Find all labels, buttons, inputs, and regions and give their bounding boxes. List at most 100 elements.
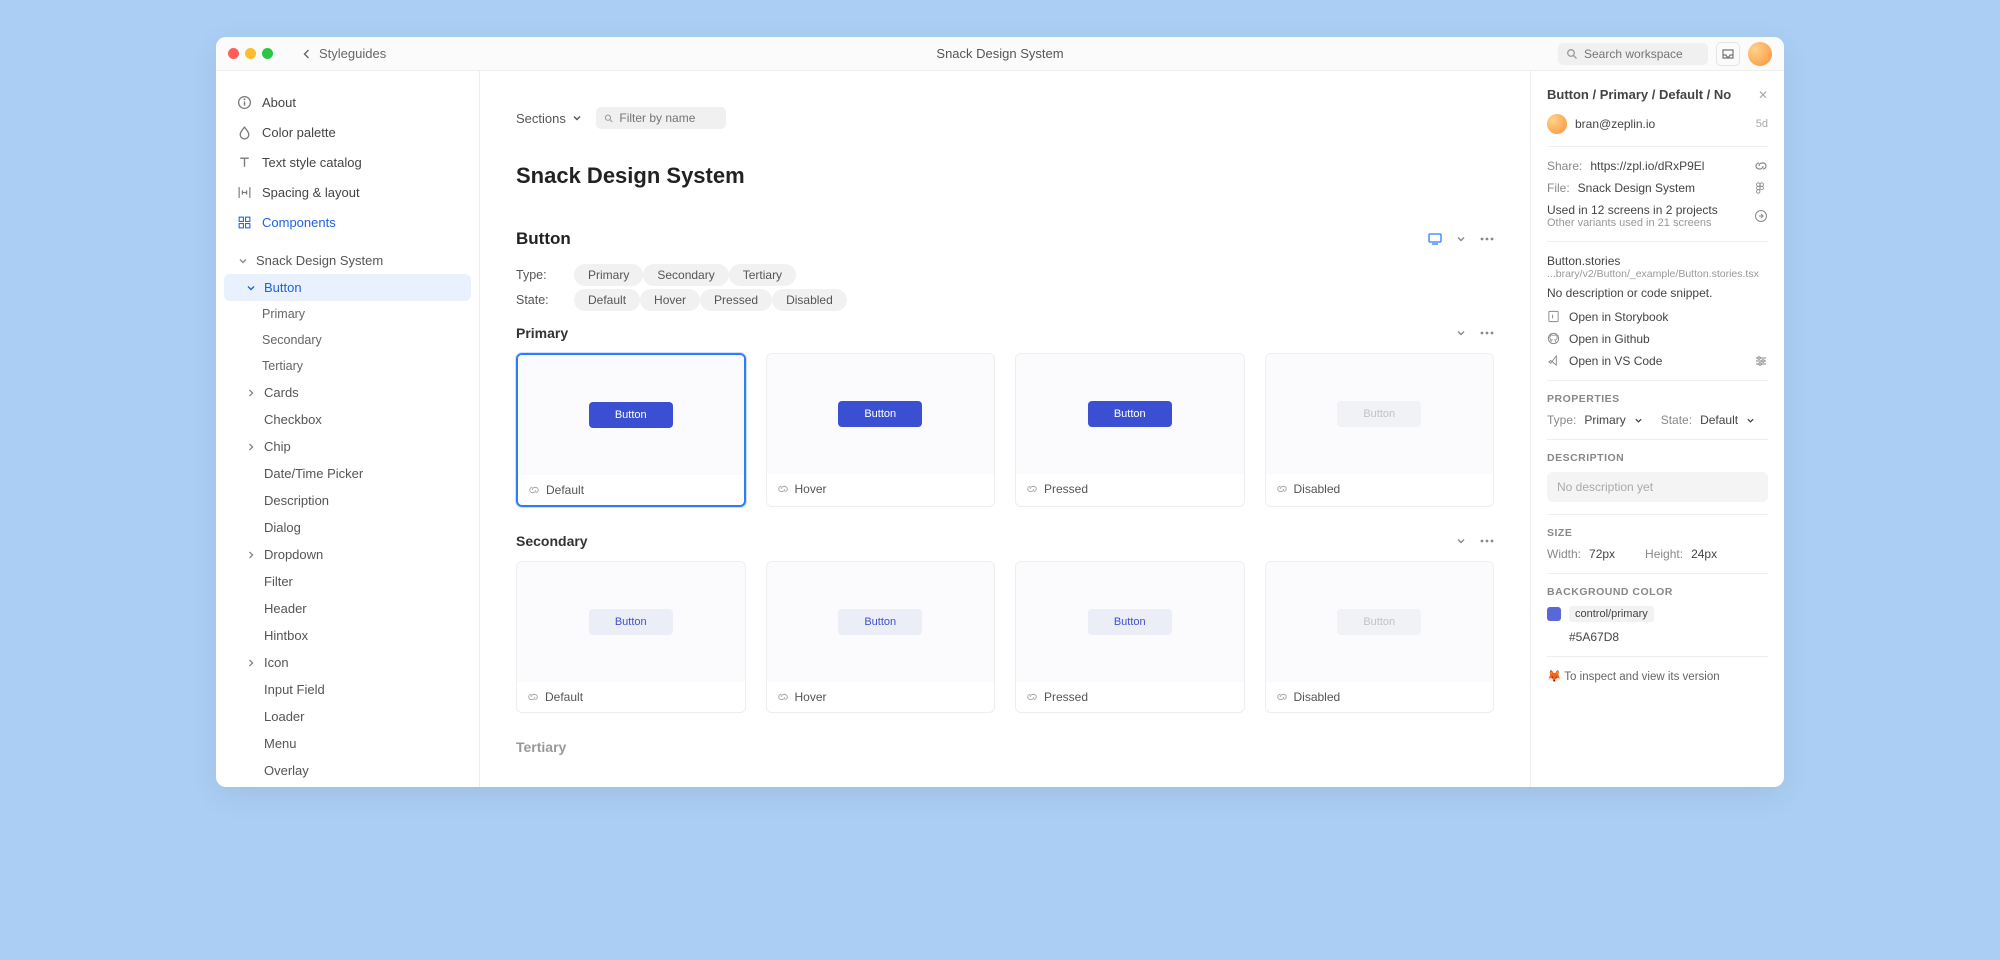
- filter-input[interactable]: [619, 111, 718, 125]
- breadcrumb[interactable]: Styleguides: [301, 46, 386, 61]
- author-email: bran@zeplin.io: [1575, 117, 1748, 131]
- state-chip-pressed[interactable]: Pressed: [700, 289, 772, 311]
- tree-item-primary[interactable]: Primary: [216, 301, 479, 327]
- tree-root[interactable]: Snack Design System: [216, 247, 479, 274]
- more-icon[interactable]: [1480, 237, 1494, 241]
- chevron-down-icon[interactable]: [1456, 234, 1466, 244]
- close-window-button[interactable]: [228, 48, 239, 59]
- more-icon[interactable]: [1480, 539, 1494, 543]
- filter-box[interactable]: [596, 107, 726, 129]
- card-canvas: Button: [518, 355, 744, 475]
- storybook-icon: [1547, 310, 1561, 324]
- preview-button: Button: [838, 401, 922, 427]
- component-card-primary-pressed[interactable]: ButtonPressed: [1015, 353, 1245, 507]
- link-icon: [1026, 483, 1038, 495]
- component-card-primary-default[interactable]: Button Default: [516, 353, 746, 507]
- tree-item-input-field[interactable]: Input Field: [216, 676, 479, 703]
- bgcolor-name[interactable]: control/primary: [1569, 606, 1654, 622]
- minimize-window-button[interactable]: [245, 48, 256, 59]
- device-icon[interactable]: [1428, 233, 1442, 245]
- chevron-down-icon[interactable]: [1456, 536, 1466, 546]
- spacing-icon: [236, 184, 252, 200]
- tree-item-chip[interactable]: Chip: [216, 433, 479, 460]
- card-canvas: Button: [517, 562, 745, 682]
- sidebar-item-components[interactable]: Components: [216, 207, 479, 237]
- breadcrumb-label: Styleguides: [319, 46, 386, 61]
- search-input[interactable]: [1584, 47, 1700, 61]
- sidebar: AboutColor paletteText style catalogSpac…: [216, 71, 480, 787]
- type-chip-tertiary[interactable]: Tertiary: [729, 264, 796, 286]
- component-card-primary-disabled[interactable]: ButtonDisabled: [1265, 353, 1495, 507]
- component-card-secondary-hover[interactable]: Button Hover: [766, 561, 996, 713]
- tree-item-menu[interactable]: Menu: [216, 730, 479, 757]
- chevron-down-icon[interactable]: [1456, 328, 1466, 338]
- open-in-github[interactable]: Open in Github: [1547, 332, 1768, 346]
- tree-item-header[interactable]: Header: [216, 595, 479, 622]
- component-card-secondary-disabled[interactable]: Button Disabled: [1265, 561, 1495, 713]
- tree-item-button[interactable]: Button: [224, 274, 471, 301]
- tree-item-icon[interactable]: Icon: [216, 649, 479, 676]
- figma-icon[interactable]: [1754, 181, 1768, 195]
- card-canvas: Button: [1266, 562, 1494, 682]
- properties-heading: PROPERTIES: [1547, 393, 1768, 405]
- inbox-button[interactable]: [1716, 42, 1740, 66]
- state-chip-disabled[interactable]: Disabled: [772, 289, 847, 311]
- type-chip-primary[interactable]: Primary: [574, 264, 643, 286]
- description-input[interactable]: No description yet: [1547, 472, 1768, 502]
- card-canvas: Button: [1016, 354, 1244, 474]
- file-name[interactable]: Snack Design System: [1578, 181, 1746, 195]
- component-card-secondary-pressed[interactable]: ButtonPressed: [1015, 561, 1245, 713]
- card-label: Default: [546, 483, 584, 497]
- tree-item-hintbox[interactable]: Hintbox: [216, 622, 479, 649]
- component-card-secondary-default[interactable]: ButtonDefault: [516, 561, 746, 713]
- link-icon[interactable]: [1754, 159, 1768, 173]
- sidebar-item-about[interactable]: About: [216, 87, 479, 117]
- tree-item-tertiary[interactable]: Tertiary: [216, 353, 479, 379]
- tree-item-label: Button: [264, 280, 302, 295]
- file-label: File:: [1547, 181, 1570, 195]
- sidebar-item-spacing-layout[interactable]: Spacing & layout: [216, 177, 479, 207]
- tree-item-overlay[interactable]: Overlay: [216, 757, 479, 784]
- sidebar-item-text-style-catalog[interactable]: Text style catalog: [216, 147, 479, 177]
- open-in-vscode[interactable]: Open in VS Code: [1547, 354, 1768, 368]
- tree-item-filter[interactable]: Filter: [216, 568, 479, 595]
- type-chip-secondary[interactable]: Secondary: [643, 264, 728, 286]
- state-chip-hover[interactable]: Hover: [640, 289, 700, 311]
- tree-item-loader[interactable]: Loader: [216, 703, 479, 730]
- sections-dropdown[interactable]: Sections: [516, 111, 582, 126]
- preview-button: Button: [589, 609, 673, 635]
- open-in-storybook[interactable]: Open in Storybook: [1547, 310, 1768, 324]
- prop-type-value[interactable]: Primary: [1584, 413, 1625, 427]
- tree-item-checkbox[interactable]: Checkbox: [216, 406, 479, 433]
- state-chip-default[interactable]: Default: [574, 289, 640, 311]
- usage-sub: Other variants used in 21 screens: [1547, 217, 1746, 229]
- card-label: Disabled: [1294, 690, 1341, 704]
- sidebar-item-color-palette[interactable]: Color palette: [216, 117, 479, 147]
- preview-button: Button: [838, 609, 922, 635]
- prop-state-value[interactable]: Default: [1700, 413, 1738, 427]
- tree-item-description[interactable]: Description: [216, 487, 479, 514]
- tree-item-preview[interactable]: Preview: [216, 784, 479, 787]
- more-icon[interactable]: [1480, 331, 1494, 335]
- maximize-window-button[interactable]: [262, 48, 273, 59]
- chevron-down-icon: [1634, 416, 1643, 425]
- settings-icon[interactable]: [1754, 354, 1768, 368]
- component-card-primary-hover[interactable]: ButtonHover: [766, 353, 996, 507]
- tree-item-date-time-picker[interactable]: Date/Time Picker: [216, 460, 479, 487]
- user-avatar[interactable]: [1748, 42, 1772, 66]
- tree-item-secondary[interactable]: Secondary: [216, 327, 479, 353]
- inspector-title: Button / Primary / Default / No: [1547, 87, 1750, 102]
- share-url[interactable]: https://zpl.io/dRxP9El: [1590, 159, 1746, 173]
- close-inspector-button[interactable]: ✕: [1758, 88, 1768, 102]
- description-heading: DESCRIPTION: [1547, 452, 1768, 464]
- link-icon: [1276, 483, 1288, 495]
- tree-item-cards[interactable]: Cards: [216, 379, 479, 406]
- goto-icon[interactable]: [1754, 209, 1768, 223]
- chevron-right-icon: [244, 656, 258, 670]
- workspace-search[interactable]: [1558, 43, 1708, 65]
- chevron-down-icon: [236, 254, 250, 268]
- card-label: Hover: [795, 690, 827, 704]
- tree-item-dialog[interactable]: Dialog: [216, 514, 479, 541]
- chevron-down-icon: [572, 113, 582, 123]
- tree-item-dropdown[interactable]: Dropdown: [216, 541, 479, 568]
